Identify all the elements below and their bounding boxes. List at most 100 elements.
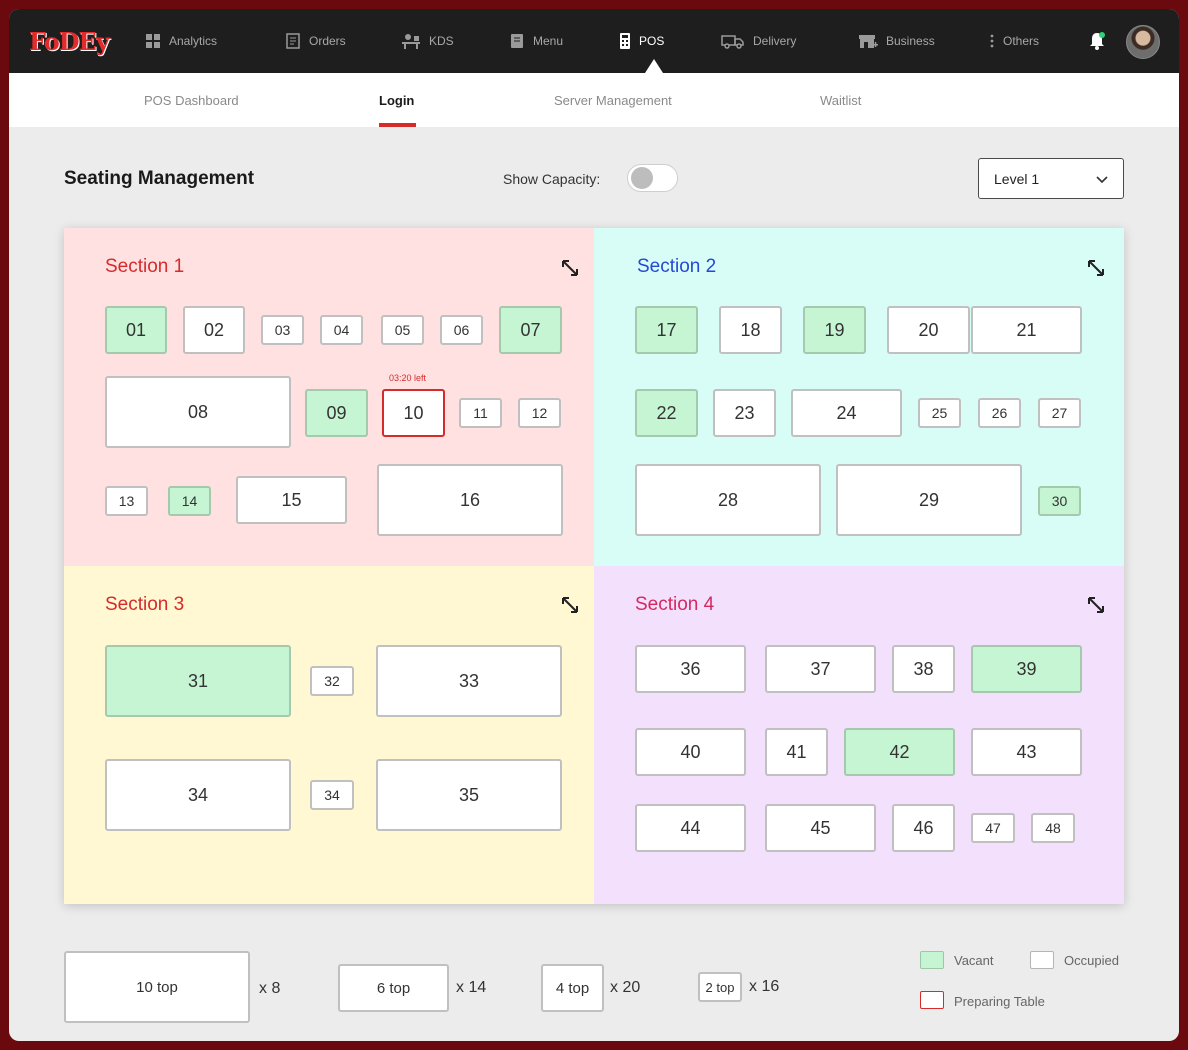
table-16[interactable]: 16 xyxy=(377,464,563,536)
pos-terminal-icon xyxy=(620,33,630,49)
table-36[interactable]: 36 xyxy=(635,645,746,693)
table-30[interactable]: 30 xyxy=(1038,486,1081,516)
app-logo[interactable]: FoDEy xyxy=(29,27,110,56)
level-select[interactable]: Level 1 xyxy=(978,158,1124,199)
table-38[interactable]: 38 xyxy=(892,645,955,693)
menu-book-icon xyxy=(511,34,523,48)
table-05[interactable]: 05 xyxy=(381,315,424,345)
section-2: Section 2 17 18 19 20 21 22 23 24 25 26 … xyxy=(594,228,1124,566)
analytics-icon xyxy=(146,34,160,48)
table-19[interactable]: 19 xyxy=(803,306,866,354)
table-27[interactable]: 27 xyxy=(1038,398,1081,428)
table-41[interactable]: 41 xyxy=(765,728,828,776)
table-45[interactable]: 45 xyxy=(765,804,876,852)
table-11[interactable]: 11 xyxy=(459,398,502,428)
delivery-truck-icon xyxy=(721,35,744,49)
table-29[interactable]: 29 xyxy=(836,464,1022,536)
table-06[interactable]: 06 xyxy=(440,315,483,345)
floor-plan: Section 1 01 02 03 04 05 06 07 08 09 03:… xyxy=(64,228,1124,904)
table-32[interactable]: 32 xyxy=(310,666,354,696)
table-24[interactable]: 24 xyxy=(791,389,902,437)
table-34[interactable]: 34 xyxy=(105,759,291,831)
table-28[interactable]: 28 xyxy=(635,464,821,536)
table-09[interactable]: 09 xyxy=(305,389,368,437)
expand-icon[interactable] xyxy=(1087,259,1105,277)
expand-icon[interactable] xyxy=(1087,596,1105,614)
table-20[interactable]: 20 xyxy=(887,306,970,354)
table-02[interactable]: 02 xyxy=(183,306,245,354)
section-3: Section 3 31 32 33 34 34 35 xyxy=(64,566,594,904)
nav-label: Business xyxy=(886,34,935,48)
table-40[interactable]: 40 xyxy=(635,728,746,776)
table-21[interactable]: 21 xyxy=(971,306,1082,354)
orders-icon xyxy=(286,33,300,49)
kds-icon xyxy=(402,34,420,49)
table-42[interactable]: 42 xyxy=(844,728,955,776)
section-title: Section 1 xyxy=(105,256,185,277)
table-04[interactable]: 04 xyxy=(320,315,363,345)
table-17[interactable]: 17 xyxy=(635,306,698,354)
show-capacity-label: Show Capacity: xyxy=(503,171,601,187)
nav-business[interactable]: Business xyxy=(858,29,935,53)
section-title: Section 2 xyxy=(637,256,717,277)
table-01[interactable]: 01 xyxy=(105,306,167,354)
nav-orders[interactable]: Orders xyxy=(285,29,346,53)
occupied-label: Occupied xyxy=(1064,953,1119,968)
table-23[interactable]: 23 xyxy=(713,389,776,437)
expand-icon[interactable] xyxy=(561,259,579,277)
table-34-small[interactable]: 34 xyxy=(310,780,354,810)
table-31[interactable]: 31 xyxy=(105,645,291,717)
legend-10-top-count: x 8 xyxy=(259,980,281,997)
table-22[interactable]: 22 xyxy=(635,389,698,437)
table-10[interactable]: 10 xyxy=(382,389,445,437)
table-47[interactable]: 47 xyxy=(971,813,1015,843)
table-08[interactable]: 08 xyxy=(105,376,291,448)
preparing-label: Preparing Table xyxy=(954,994,1045,1009)
table-48[interactable]: 48 xyxy=(1031,813,1075,843)
table-03[interactable]: 03 xyxy=(261,315,304,345)
level-select-value: Level 1 xyxy=(994,171,1040,187)
table-37[interactable]: 37 xyxy=(765,645,876,693)
sub-nav: POS Dashboard Login Server Management Wa… xyxy=(9,73,1179,127)
nav-others[interactable]: Others xyxy=(989,29,1039,53)
table-44[interactable]: 44 xyxy=(635,804,746,852)
table-13[interactable]: 13 xyxy=(105,486,148,516)
table-43[interactable]: 43 xyxy=(971,728,1082,776)
page-title: Seating Management xyxy=(64,168,255,189)
nav-label: POS xyxy=(639,34,665,48)
tab-pos-dashboard[interactable]: POS Dashboard xyxy=(144,93,239,108)
nav-delivery[interactable]: Delivery xyxy=(721,29,796,53)
table-46[interactable]: 46 xyxy=(892,804,955,852)
table-18[interactable]: 18 xyxy=(719,306,782,354)
table-14[interactable]: 14 xyxy=(168,486,211,516)
section-4: Section 4 36 37 38 39 40 41 42 43 44 45 … xyxy=(594,566,1124,904)
table-12[interactable]: 12 xyxy=(518,398,561,428)
preparing-swatch xyxy=(920,991,944,1009)
tab-login[interactable]: Login xyxy=(379,93,414,108)
tab-server-management[interactable]: Server Management xyxy=(554,93,672,108)
notification-bell-icon[interactable] xyxy=(1088,31,1106,51)
show-capacity-toggle[interactable] xyxy=(627,164,678,192)
nav-label: KDS xyxy=(429,34,454,48)
occupied-swatch xyxy=(1030,951,1054,969)
table-33[interactable]: 33 xyxy=(376,645,562,717)
user-avatar[interactable] xyxy=(1126,25,1160,59)
table-35[interactable]: 35 xyxy=(376,759,562,831)
table-07[interactable]: 07 xyxy=(499,306,562,354)
legend-4-top: 4 top xyxy=(541,964,604,1012)
nav-label: Menu xyxy=(533,34,564,48)
nav-kds[interactable]: KDS xyxy=(401,29,454,53)
nav-menu[interactable]: Menu xyxy=(509,29,563,53)
tab-waitlist[interactable]: Waitlist xyxy=(820,93,861,108)
table-25[interactable]: 25 xyxy=(918,398,961,428)
more-vertical-icon xyxy=(990,34,994,48)
nav-pos[interactable]: POS xyxy=(619,29,664,53)
nav-label: Orders xyxy=(309,34,346,48)
expand-icon[interactable] xyxy=(561,596,579,614)
nav-analytics[interactable]: Analytics xyxy=(145,29,217,53)
section-1: Section 1 01 02 03 04 05 06 07 08 09 03:… xyxy=(64,228,594,566)
table-15[interactable]: 15 xyxy=(236,476,347,524)
table-26[interactable]: 26 xyxy=(978,398,1021,428)
nav-label: Delivery xyxy=(753,34,797,48)
table-39[interactable]: 39 xyxy=(971,645,1082,693)
